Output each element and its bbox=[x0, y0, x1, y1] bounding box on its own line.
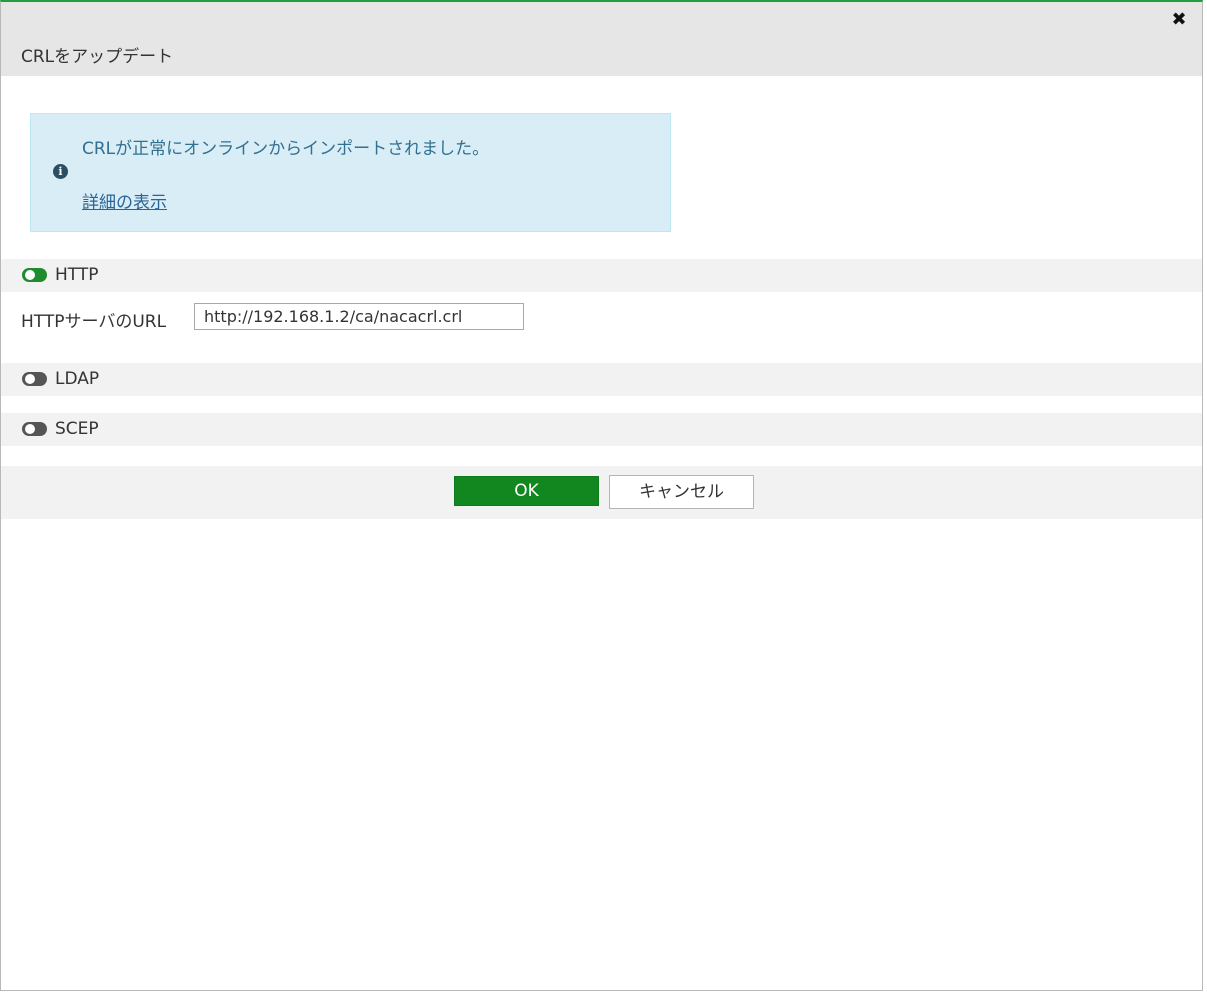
dialog-header: ✖ CRLをアップデート bbox=[1, 2, 1202, 76]
success-alert: i CRLが正常にオンラインからインポートされました。 詳細の表示 bbox=[30, 113, 671, 232]
alert-message: CRLが正常にオンラインからインポートされました。 bbox=[82, 139, 490, 159]
toggle-knob bbox=[25, 374, 35, 384]
http-toggle[interactable] bbox=[22, 268, 47, 282]
show-details-link[interactable]: 詳細の表示 bbox=[82, 188, 167, 213]
section-label-ldap: LDAP bbox=[55, 369, 100, 389]
toggle-knob bbox=[25, 424, 35, 434]
dialog-footer: OK キャンセル bbox=[1, 466, 1202, 519]
http-url-input[interactable] bbox=[194, 303, 524, 330]
section-label-scep: SCEP bbox=[55, 419, 99, 439]
dialog-title: CRLをアップデート bbox=[21, 47, 174, 67]
section-label-http: HTTP bbox=[55, 265, 99, 285]
section-http: HTTP bbox=[1, 259, 1202, 292]
section-ldap: LDAP bbox=[1, 363, 1202, 396]
ok-button[interactable]: OK bbox=[454, 476, 599, 506]
cancel-button[interactable]: キャンセル bbox=[609, 475, 754, 509]
close-icon[interactable]: ✖ bbox=[1170, 11, 1188, 29]
update-crl-dialog: ✖ CRLをアップデート i CRLが正常にオンラインからインポートされました。… bbox=[0, 0, 1203, 991]
scep-toggle[interactable] bbox=[22, 422, 47, 436]
http-url-label: HTTPサーバのURL bbox=[21, 312, 167, 332]
ldap-toggle[interactable] bbox=[22, 372, 47, 386]
info-icon: i bbox=[53, 164, 68, 179]
toggle-knob bbox=[25, 270, 35, 280]
section-scep: SCEP bbox=[1, 413, 1202, 446]
